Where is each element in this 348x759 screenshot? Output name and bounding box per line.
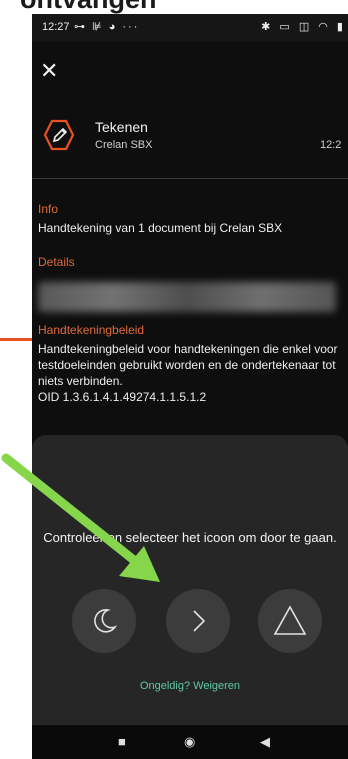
home-button[interactable]: ◉ (184, 734, 195, 750)
status-bar: 12:27 ⊶ ⊯ ◕ ··· ✱ ▭ ◫ ◠ ▮ (32, 14, 348, 42)
phone-screen: 12:27 ⊶ ⊯ ◕ ··· ✱ ▭ ◫ ◠ ▮ ✕ Tekenen Crel… (32, 14, 348, 759)
request-title: Tekenen (95, 119, 148, 135)
chevron-right-icon (193, 610, 206, 632)
status-time: 12:27 (42, 21, 70, 33)
moon-icon (94, 609, 118, 633)
system-icons: ✱ ▭ ◫ ◠ ▮ (261, 21, 346, 33)
choice-moon-button[interactable] (72, 589, 136, 653)
navigation-bar: ■ ◉ ◀ (32, 725, 348, 759)
info-text: Handtekening van 1 document bij Crelan S… (38, 221, 283, 235)
policy-oid: OID 1.3.6.1.4.1.49274.1.1.5.1.2 (38, 390, 207, 404)
orange-divider (0, 338, 32, 341)
request-subtitle: Crelan SBX (95, 139, 153, 151)
info-label: Info (38, 202, 59, 216)
confirmation-sheet: Controleer en selecteer het icoon om doo… (32, 435, 348, 725)
recents-button[interactable]: ■ (118, 734, 126, 749)
choice-triangle-button[interactable] (258, 589, 322, 653)
page-heading: ontvangen (20, 0, 157, 15)
details-redacted (38, 282, 336, 312)
details-label: Details (38, 255, 75, 269)
instruction-text: Controleer en selecteer het icoon om doo… (43, 530, 337, 545)
choice-chevron-button[interactable] (166, 589, 230, 653)
pen-icon (43, 119, 75, 151)
notification-icons: ⊶ ⊯ ◕ ··· (74, 21, 140, 33)
triangle-icon (273, 605, 307, 635)
policy-label: Handtekeningbeleid (38, 323, 145, 337)
close-icon[interactable]: ✕ (40, 58, 58, 84)
reject-link[interactable]: Ongeldig? Weigeren (32, 680, 348, 692)
divider (32, 178, 348, 179)
back-button[interactable]: ◀ (260, 734, 270, 750)
policy-text: Handtekeningbeleid voor handtekeningen d… (38, 342, 338, 388)
request-time: 12:2 (320, 139, 342, 151)
